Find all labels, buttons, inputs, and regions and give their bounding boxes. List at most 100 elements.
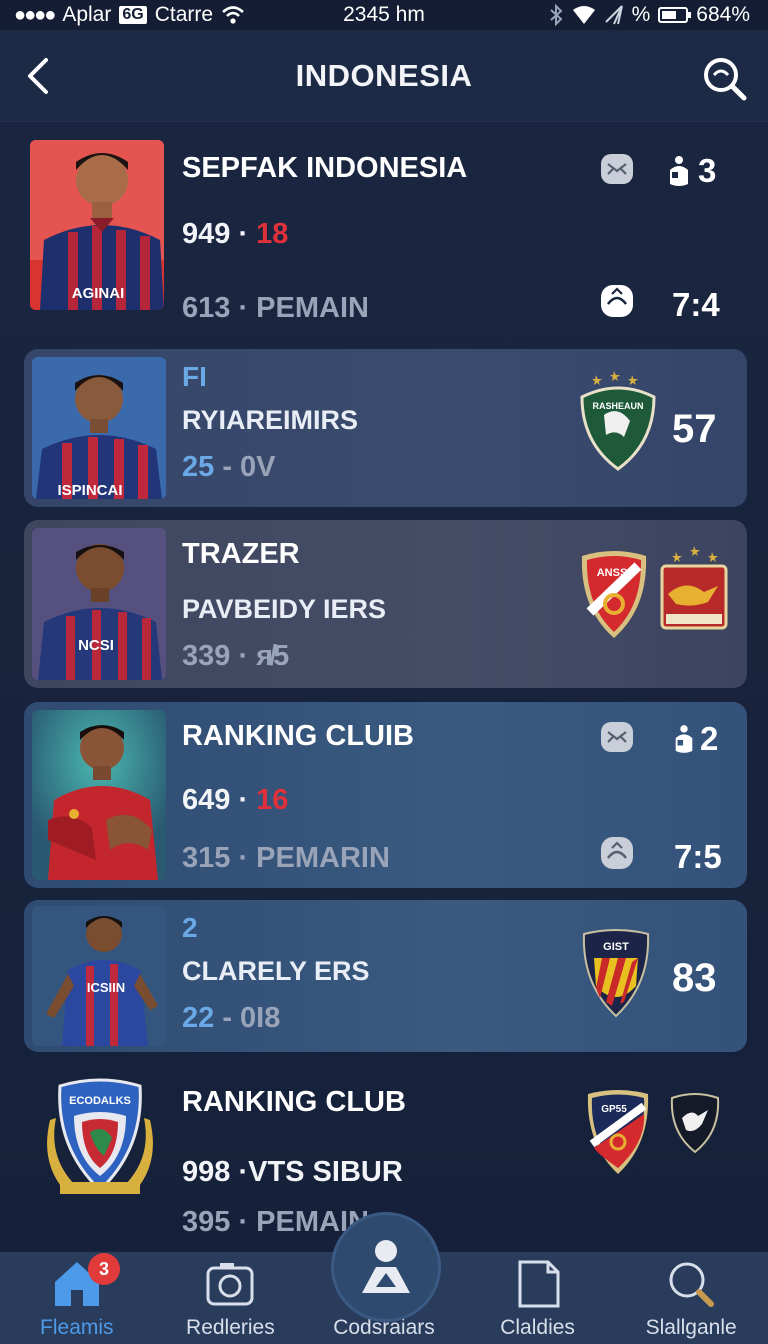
search-icon [669,1262,715,1307]
document-icon [518,1260,560,1308]
jersey-text: ICSIIN [87,980,125,995]
row-title: CLARELY ERS [182,956,370,986]
eagle-crest-icon [660,546,728,630]
notification-badge: 3 [88,1253,120,1285]
score-value: 83 [672,956,717,1000]
nav-item-home[interactable]: Fleamis 3 [0,1252,154,1344]
status-right: % 684% [548,3,750,27]
list-item[interactable]: RANKING CLUIB 649 · 16 315 · PEMARIN 2 7… [24,702,747,888]
player-photo: ICSIIN [32,906,166,1046]
trophy-icon [670,156,688,186]
cap-icon [601,285,633,317]
score-value: 57 [672,407,717,451]
clock-text: 2345 hm [343,3,425,26]
percent-sign: % [631,3,651,26]
match-score: 7:5 [674,838,722,875]
row-stat: 649 · 16 [182,784,288,817]
stat-value: 998 ·VTS SIBUR [182,1156,403,1188]
app-screen: ●●●● Aplar 6G Ctarre 2345 hm % 684% INDO… [0,0,768,1344]
match-score: 7:4 [672,286,720,323]
players-count: 315 · [182,842,249,874]
list-item[interactable]: ISPINCAI FI RYIAREIMIRS 25 - 0V RASHEAUN… [24,349,747,507]
jersey-text: NCSI [78,637,114,654]
signal-dots-icon: ●●●● [14,3,56,26]
player-avatar-icon: NCSI [32,528,166,680]
row-title: RYIAREIMIRS [182,405,359,435]
search-button[interactable] [700,54,748,102]
club-crest-icon: GP55 [587,1090,649,1174]
crest-text: RASHEAUN [592,401,643,411]
crest-text: ECODALKS [69,1095,131,1107]
club-crest-icon: ANSS [581,551,647,638]
stat-main: 649 · [182,784,249,816]
stat-main: 949 · [182,218,249,250]
list-item[interactable]: AGINAI SEPFAK INDONESIA 949 · 18 613 · P… [24,132,747,342]
player-photo: NCSI [32,528,166,680]
row-subtitle: PAVBEIDY IERS [182,594,387,624]
stat-rest: - 0I8 [222,1002,281,1034]
stat-highlight: 18 [256,218,289,250]
player-avatar-icon: ICSIIN [32,906,166,1046]
row-title: SEPFAK INDONESIA [182,152,468,184]
trophy-count: 2 [700,720,719,757]
mail-icon [601,154,633,184]
profile-fab-button[interactable] [331,1212,441,1322]
row-stat: 998 ·VTS SIBUR [182,1156,403,1189]
nav-label: Redleries [186,1316,275,1339]
row-title: RANKING CLUB [182,1086,406,1118]
crest-text: ANSS [597,567,628,579]
status-bar: ●●●● Aplar 6G Ctarre 2345 hm % 684% [0,0,768,30]
back-button[interactable] [22,54,62,98]
row-title: RANKING CLUIB [182,720,414,752]
wifi-icon [222,6,244,24]
nav-item-documents[interactable]: Claldies [461,1252,615,1344]
crest-text: GIST [603,941,629,953]
row-stat: 339 · ᴙ̸5 [182,640,289,673]
carrier-label: Aplar [62,3,112,26]
player-avatar-icon [32,710,166,880]
carrier-name: Ctarre [154,3,214,26]
list-item[interactable]: NCSI TRAZER PAVBEIDY IERS 339 · ᴙ̸5 ANSS [24,520,747,688]
cellular-icon [604,5,623,25]
crest-text: GP55 [601,1104,627,1115]
cap-icon [601,837,633,869]
camera-icon [206,1263,254,1306]
list-item[interactable]: ICSIIN 2 CLARELY ERS 22 - 0I8 GIST 83 [24,900,747,1052]
nav-label: Fleamis [40,1316,114,1339]
player-avatar-icon: ISPINCAI [32,357,166,499]
club-badge-icon: ECODALKS [47,1078,153,1194]
club-crest-icon: RASHEAUN [580,371,656,471]
nav-item-camera[interactable]: Redleries [154,1252,308,1344]
player-photo [32,710,166,880]
person-icon [362,1240,410,1293]
players-label: PEMARIN [256,842,390,874]
jersey-text: AGINAI [72,285,125,302]
row-stat: 949 · 18 [182,218,288,251]
player-photo: AGINAI [30,140,164,310]
network-badge: 6G [119,6,147,24]
club-crest-icon: GIST [582,929,650,1018]
chevron-left-icon [28,58,48,94]
nav-item-search[interactable]: Slallganle [614,1252,768,1344]
trophy-count: 3 [698,152,717,189]
bluetooth-icon [549,4,563,26]
eagle-shield-icon [670,1093,720,1154]
page-title: INDONESIA [295,57,473,93]
players-count: 395 · [182,1206,249,1238]
battery-text: 684% [696,3,750,26]
battery-icon [658,7,692,23]
stat-highlight: 16 [256,784,289,816]
mail-icon [601,722,633,752]
stat-value: 22 [182,1002,215,1034]
row-players: 613 · PEMAIN [182,292,369,325]
jersey-text: ISPINCAI [57,482,122,499]
row-stat: 25 - 0V [182,451,276,484]
nav-label: Claldies [500,1316,575,1339]
players-count: 613 · [182,292,249,324]
nav-label: Slallganle [645,1316,737,1339]
players-label: PEMAIN [256,292,369,324]
top-app-bar: INDONESIA [0,30,768,122]
row-players: 315 · PEMARIN [182,842,390,875]
player-avatar-icon: AGINAI [30,140,164,310]
player-photo: ISPINCAI [32,357,166,499]
